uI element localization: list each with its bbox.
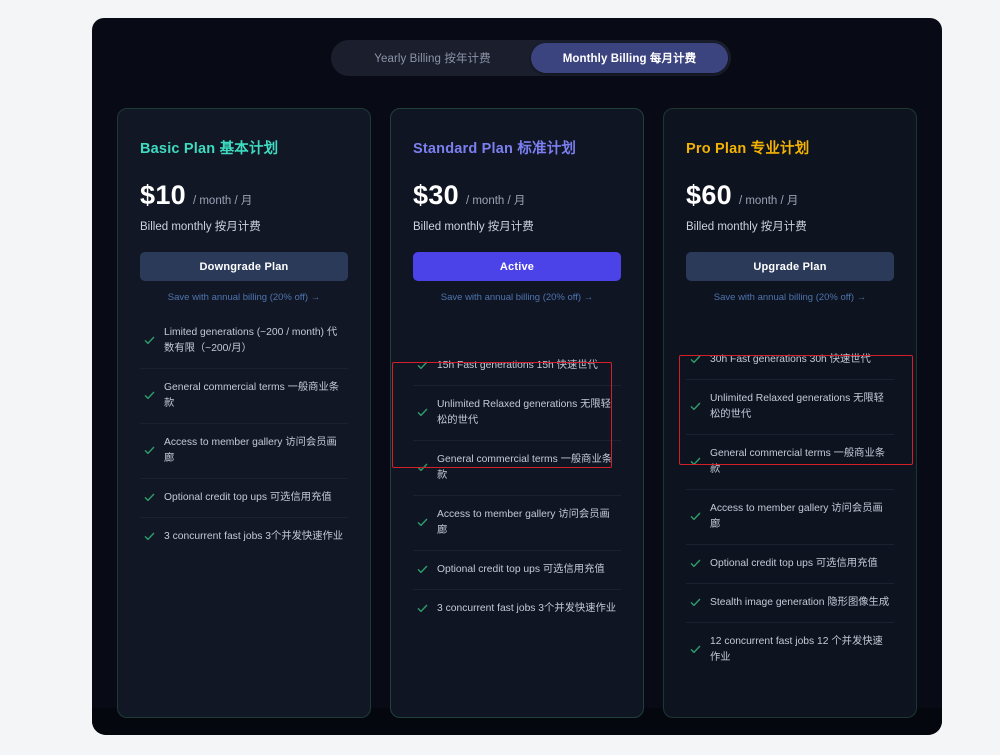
annual-billing-link-pro[interactable]: Save with annual billing (20% off) → xyxy=(686,292,894,303)
feature-item: Unlimited Relaxed generations 无限轻松的世代 xyxy=(413,384,621,440)
check-icon xyxy=(417,517,428,528)
feature-label: Access to member gallery 访问会员画廊 xyxy=(710,502,883,530)
feature-label: 3 concurrent fast jobs 3个并发快速作业 xyxy=(437,602,617,614)
feature-label: 3 concurrent fast jobs 3个并发快速作业 xyxy=(164,530,344,542)
billed-note-standard: Billed monthly 按月计费 xyxy=(413,221,534,233)
feature-label: Stealth image generation 隐形图像生成 xyxy=(710,596,890,608)
annual-billing-link-standard[interactable]: Save with annual billing (20% off) → xyxy=(413,292,621,303)
feature-item: Optional credit top ups 可选信用充值 xyxy=(686,543,894,583)
check-icon xyxy=(690,401,701,412)
feature-item: 15h Fast generations 15h 快速世代 xyxy=(413,347,621,385)
check-icon xyxy=(690,558,701,569)
plan-period-pro: / month / 月 xyxy=(738,195,799,207)
check-icon xyxy=(417,407,428,418)
active-plan-button[interactable]: Active xyxy=(413,252,621,281)
downgrade-plan-button[interactable]: Downgrade Plan xyxy=(140,252,348,281)
check-icon xyxy=(144,390,155,401)
plan-price-pro: $60 xyxy=(686,180,732,210)
check-icon xyxy=(144,531,155,542)
feature-item: General commercial terms 一般商业条款 xyxy=(413,439,621,495)
pricing-page: Yearly Billing 按年计费 Monthly Billing 每月计费… xyxy=(92,18,942,735)
plan-price-basic: $10 xyxy=(140,180,186,210)
feature-label: General commercial terms 一般商业条款 xyxy=(164,381,340,409)
check-icon xyxy=(144,492,155,503)
check-icon xyxy=(690,456,701,467)
feature-item: Unlimited Relaxed generations 无限轻松的世代 xyxy=(686,378,894,434)
check-icon xyxy=(690,511,701,522)
feature-label: 12 concurrent fast jobs 12 个并发快速作业 xyxy=(710,635,883,663)
feature-label: Optional credit top ups 可选信用充值 xyxy=(164,491,332,503)
plan-title-basic: Basic Plan 基本计划 xyxy=(140,141,279,157)
feature-item: Access to member gallery 访问会员画廊 xyxy=(413,494,621,550)
feature-item: 30h Fast generations 30h 快速世代 xyxy=(686,341,894,379)
check-icon xyxy=(417,564,428,575)
pricing-cards: Basic Plan 基本计划 $10 / month / 月 Billed m… xyxy=(117,108,917,718)
pricing-card-standard: Standard Plan 标准计划 $30 / month / 月 Bille… xyxy=(390,108,644,718)
feature-label: Unlimited Relaxed generations 无限轻松的世代 xyxy=(437,398,611,426)
feature-item: 3 concurrent fast jobs 3个并发快速作业 xyxy=(413,588,621,628)
price-row-standard: $30 / month / 月 xyxy=(413,180,621,211)
feature-label: General commercial terms 一般商业条款 xyxy=(710,447,886,475)
check-icon xyxy=(690,644,701,655)
plan-title-pro: Pro Plan 专业计划 xyxy=(686,141,810,157)
price-row-pro: $60 / month / 月 xyxy=(686,180,894,211)
feature-item: Optional credit top ups 可选信用充值 xyxy=(413,549,621,589)
feature-label: 15h Fast generations 15h 快速世代 xyxy=(437,360,598,371)
feature-item: Optional credit top ups 可选信用充值 xyxy=(140,477,348,517)
feature-label: General commercial terms 一般商业条款 xyxy=(437,453,613,481)
toggle-option-monthly[interactable]: Monthly Billing 每月计费 xyxy=(531,43,728,73)
price-row-basic: $10 / month / 月 xyxy=(140,180,348,211)
check-icon xyxy=(690,354,701,365)
check-icon xyxy=(144,445,155,456)
feature-label: Optional credit top ups 可选信用充值 xyxy=(437,563,605,575)
check-icon xyxy=(417,462,428,473)
plan-period-standard: / month / 月 xyxy=(465,195,526,207)
pricing-card-pro: Pro Plan 专业计划 $60 / month / 月 Billed mon… xyxy=(663,108,917,718)
feature-label: Access to member gallery 访问会员画廊 xyxy=(164,436,337,464)
feature-item: 12 concurrent fast jobs 12 个并发快速作业 xyxy=(686,621,894,677)
pricing-card-basic: Basic Plan 基本计划 $10 / month / 月 Billed m… xyxy=(117,108,371,718)
feature-list-basic: Limited generations (~200 / month) 代数有限（… xyxy=(140,314,348,556)
feature-item: Access to member gallery 访问会员画廊 xyxy=(140,422,348,478)
feature-list-pro: 30h Fast generations 30h 快速世代 Unlimited R… xyxy=(686,341,894,676)
check-icon xyxy=(690,597,701,608)
plan-title-standard: Standard Plan 标准计划 xyxy=(413,141,577,157)
feature-label: 30h Fast generations 30h 快速世代 xyxy=(710,354,871,365)
feature-item: Limited generations (~200 / month) 代数有限（… xyxy=(140,314,348,368)
feature-item: General commercial terms 一般商业条款 xyxy=(140,367,348,423)
plan-price-standard: $30 xyxy=(413,180,459,210)
annual-billing-link-basic[interactable]: Save with annual billing (20% off) → xyxy=(140,292,348,303)
upgrade-plan-button[interactable]: Upgrade Plan xyxy=(686,252,894,281)
billing-period-toggle[interactable]: Yearly Billing 按年计费 Monthly Billing 每月计费 xyxy=(331,40,731,76)
billed-note-basic: Billed monthly 按月计费 xyxy=(140,221,261,233)
billed-note-pro: Billed monthly 按月计费 xyxy=(686,221,807,233)
feature-item: 3 concurrent fast jobs 3个并发快速作业 xyxy=(140,516,348,556)
feature-item: Stealth image generation 隐形图像生成 xyxy=(686,582,894,622)
plan-period-basic: / month / 月 xyxy=(192,195,253,207)
feature-label: Limited generations (~200 / month) 代数有限（… xyxy=(164,327,338,354)
check-icon xyxy=(417,603,428,614)
feature-label: Optional credit top ups 可选信用充值 xyxy=(710,557,878,569)
toggle-option-yearly[interactable]: Yearly Billing 按年计费 xyxy=(334,43,531,73)
feature-label: Unlimited Relaxed generations 无限轻松的世代 xyxy=(710,392,884,420)
feature-label: Access to member gallery 访问会员画廊 xyxy=(437,508,610,536)
feature-list-standard: 15h Fast generations 15h 快速世代 Unlimited R… xyxy=(413,347,621,628)
check-icon xyxy=(417,360,428,371)
feature-item: Access to member gallery 访问会员画廊 xyxy=(686,488,894,544)
feature-item: General commercial terms 一般商业条款 xyxy=(686,433,894,489)
app-frame: Yearly Billing 按年计费 Monthly Billing 每月计费… xyxy=(0,0,1000,755)
check-icon xyxy=(144,335,155,346)
